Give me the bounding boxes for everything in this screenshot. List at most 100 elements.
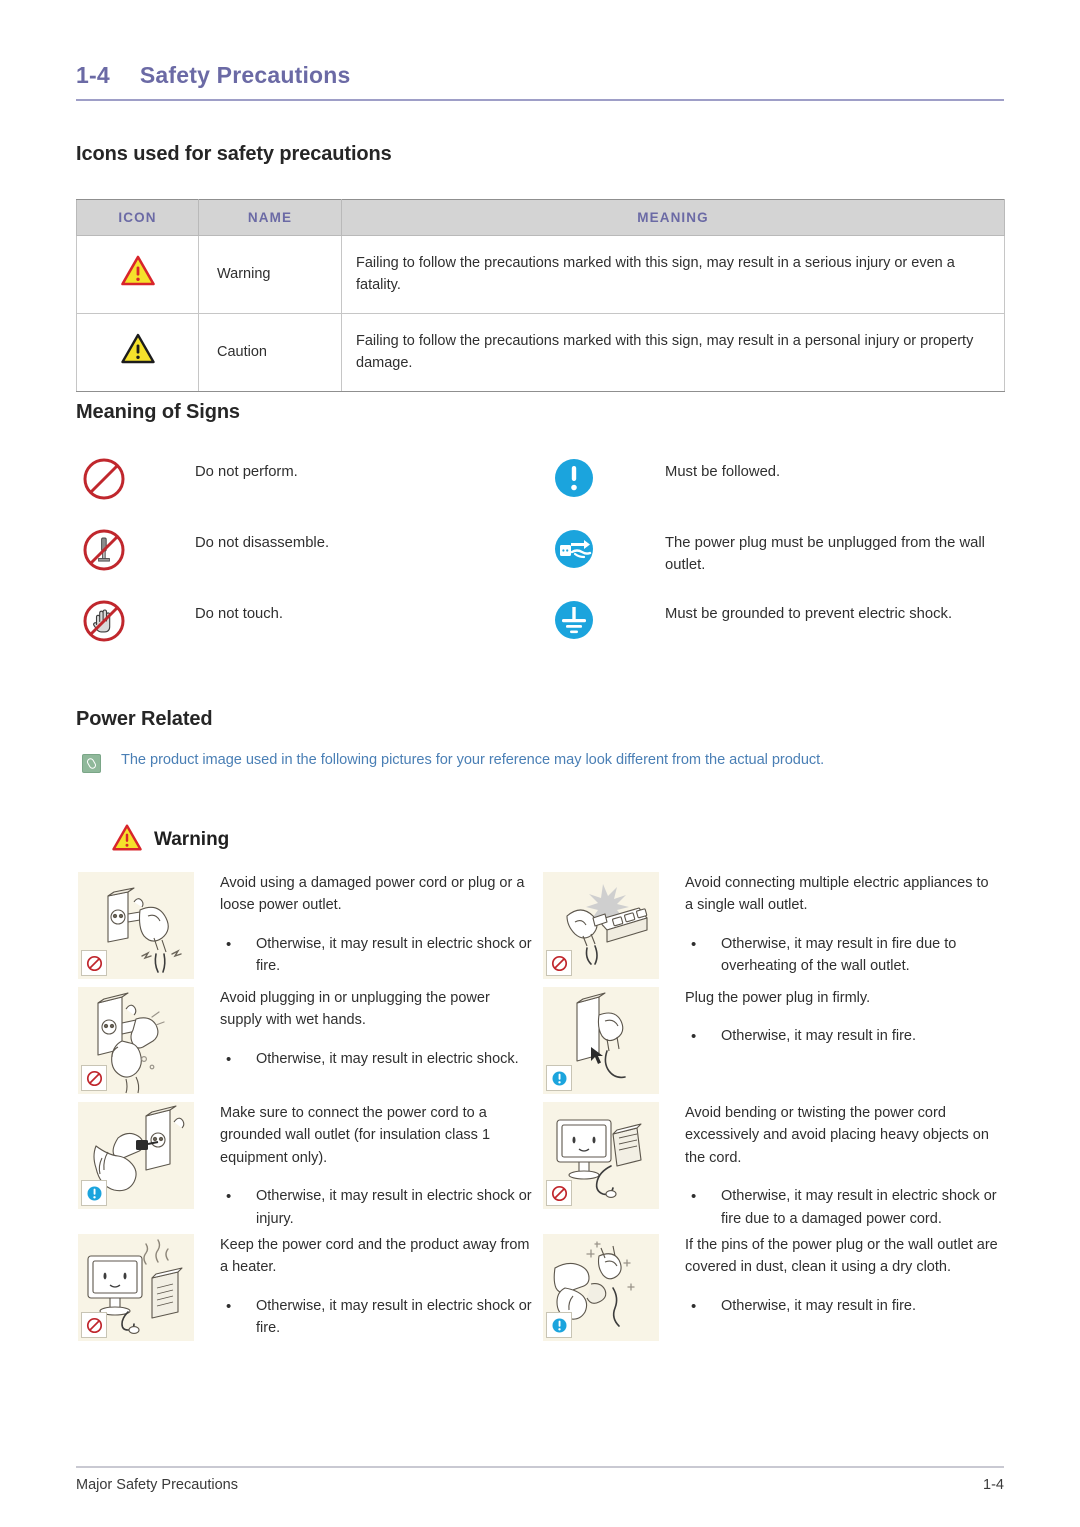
keep-away-from-heater-illustration xyxy=(78,1234,194,1341)
prohibition-badge xyxy=(81,1065,107,1091)
bullet-text: Otherwise, it may result in electric sho… xyxy=(256,1050,519,1067)
reference-note: The product image used in the following … xyxy=(82,752,824,773)
prohibition-badge xyxy=(81,950,107,976)
warning-triangle-red-icon xyxy=(112,824,142,856)
mandatory-badge xyxy=(546,1065,572,1091)
col-header-icon: ICON xyxy=(76,199,199,236)
warning-lead: If the pins of the power plug or the wal… xyxy=(685,1237,998,1276)
sign-label: Do not perform. xyxy=(195,464,298,480)
table-row: Caution Failing to follow the precaution… xyxy=(76,312,1005,392)
prohibition-badge xyxy=(81,1312,107,1338)
bullet-marker: • xyxy=(226,1297,232,1315)
cell-name: Warning xyxy=(198,235,342,314)
header-divider xyxy=(76,99,1004,101)
sign-item-do-not-touch: Do not touch. xyxy=(76,597,536,644)
bullet-text: Otherwise, it may result in electric sho… xyxy=(721,1188,997,1227)
warning-bullet: • Otherwise, it may result in electric s… xyxy=(220,1048,533,1071)
footer-divider xyxy=(76,1466,1004,1468)
bullet-text: Otherwise, it may result in fire due to … xyxy=(721,935,957,975)
wet-hands-plug-illustration xyxy=(78,987,194,1094)
warning-item: Avoid connecting multiple electric appli… xyxy=(543,872,998,979)
sign-item-do-not-disassemble: Do not disassemble. xyxy=(76,526,536,573)
bullet-marker: • xyxy=(226,1050,232,1068)
note-text: The product image used in the following … xyxy=(121,752,825,768)
sign-label: Must be followed. xyxy=(665,464,781,480)
sign-label: Do not disassemble. xyxy=(195,535,330,551)
multiple-appliances-single-outlet-illustration xyxy=(543,872,659,979)
warning-lead: Avoid connecting multiple electric appli… xyxy=(685,875,989,914)
heading-icons-used: Icons used for safety precautions xyxy=(76,143,392,165)
warning-text: Plug the power plug in firmly. • Otherwi… xyxy=(659,987,998,1094)
warning-bullet: • Otherwise, it may result in fire. xyxy=(685,1295,998,1318)
prohibition-circle-icon xyxy=(76,455,132,502)
cell-meaning: Failing to follow the precautions marked… xyxy=(341,312,1005,392)
warning-text: If the pins of the power plug or the wal… xyxy=(659,1234,998,1341)
warning-item: Keep the power cord and the product away… xyxy=(78,1234,533,1341)
col-header-meaning: MEANING xyxy=(341,199,1005,236)
sign-item-must-be-followed: Must be followed. xyxy=(546,455,1006,500)
damaged-plug-and-loose-outlet-illustration xyxy=(78,872,194,979)
warning-text: Make sure to connect the power cord to a… xyxy=(194,1102,533,1230)
cell-meaning: Failing to follow the precautions marked… xyxy=(341,235,1005,314)
warning-bullet: • Otherwise, it may result in electric s… xyxy=(220,1295,533,1340)
bullet-text: Otherwise, it may result in fire. xyxy=(721,1028,916,1045)
bullet-marker: • xyxy=(226,1188,232,1206)
warning-text: Avoid plugging in or unplugging the powe… xyxy=(194,987,533,1094)
page-title: Safety Precautions xyxy=(139,62,351,88)
heading-meaning-of-signs: Meaning of Signs xyxy=(76,401,240,423)
warning-text: Avoid bending or twisting the power cord… xyxy=(659,1102,998,1230)
cell-icon xyxy=(76,312,199,392)
mandatory-badge xyxy=(81,1180,107,1206)
cell-name: Caution xyxy=(198,312,342,392)
bullet-marker: • xyxy=(691,1028,697,1046)
sign-label: Must be grounded to prevent electric sho… xyxy=(665,606,953,622)
warning-item: Plug the power plug in firmly. • Otherwi… xyxy=(543,987,998,1094)
cell-icon xyxy=(76,235,199,314)
warning-bullet: • Otherwise, it may result in fire due t… xyxy=(685,933,998,978)
warning-lead: Keep the power cord and the product away… xyxy=(220,1237,530,1276)
warning-lead: Avoid using a damaged power cord or plug… xyxy=(220,875,525,914)
warning-text: Avoid connecting multiple electric appli… xyxy=(659,872,998,979)
table-row: Warning Failing to follow the precaution… xyxy=(76,235,1005,314)
warning-text: Keep the power cord and the product away… xyxy=(194,1234,533,1341)
unplug-power-plug-icon xyxy=(546,526,602,571)
warning-bullet: • Otherwise, it may result in electric s… xyxy=(220,933,533,978)
heading-power-related: Power Related xyxy=(76,708,213,730)
warning-triangle-red-icon xyxy=(120,255,155,293)
bullet-text: Otherwise, it may result in electric sho… xyxy=(256,1297,532,1337)
warning-item: Avoid plugging in or unplugging the powe… xyxy=(78,987,533,1094)
warning-lead: Make sure to connect the power cord to a… xyxy=(220,1105,491,1166)
sign-item-unplug-power-plug: The power plug must be unplugged from th… xyxy=(546,526,1016,577)
clean-dusty-plug-pins-illustration xyxy=(543,1234,659,1341)
warning-banner-label: Warning xyxy=(154,829,230,850)
warning-item: If the pins of the power plug or the wal… xyxy=(543,1234,998,1341)
bullet-marker: • xyxy=(691,1188,697,1206)
bullet-text: Otherwise, it may result in electric sho… xyxy=(256,1188,532,1227)
grounded-wall-outlet-illustration xyxy=(78,1102,194,1209)
warning-bullet: • Otherwise, it may result in electric s… xyxy=(685,1185,998,1230)
footer-chapter-label: Major Safety Precautions xyxy=(76,1477,238,1493)
table-header-row: ICON NAME MEANING xyxy=(76,199,1005,236)
warning-item: Avoid using a damaged power cord or plug… xyxy=(78,872,533,979)
no-disassemble-icon xyxy=(76,526,132,573)
bullet-marker: • xyxy=(691,935,697,953)
col-header-name: NAME xyxy=(198,199,342,236)
warning-bullet: • Otherwise, it may result in electric s… xyxy=(220,1185,533,1230)
plug-in-firmly-illustration xyxy=(543,987,659,1094)
grounding-earth-icon xyxy=(546,597,602,642)
warning-lead: Avoid plugging in or unplugging the powe… xyxy=(220,990,490,1029)
prohibition-badge xyxy=(546,1180,572,1206)
warning-bullet: • Otherwise, it may result in fire. xyxy=(685,1025,998,1048)
warning-banner: Warning xyxy=(112,824,229,856)
section-number: 1-4 xyxy=(76,62,110,88)
bullet-marker: • xyxy=(226,935,232,953)
bullet-text: Otherwise, it may result in electric sho… xyxy=(256,935,532,975)
prohibition-badge xyxy=(546,950,572,976)
note-clip-icon xyxy=(82,754,101,773)
mandatory-badge xyxy=(546,1312,572,1338)
document-page: 1-4 Safety Precautions Icons used for saf… xyxy=(0,0,1080,1527)
warning-item: Avoid bending or twisting the power cord… xyxy=(543,1102,998,1230)
bullet-marker: • xyxy=(691,1297,697,1315)
caution-triangle-yellow-icon xyxy=(120,333,155,371)
warning-item: Make sure to connect the power cord to a… xyxy=(78,1102,533,1230)
